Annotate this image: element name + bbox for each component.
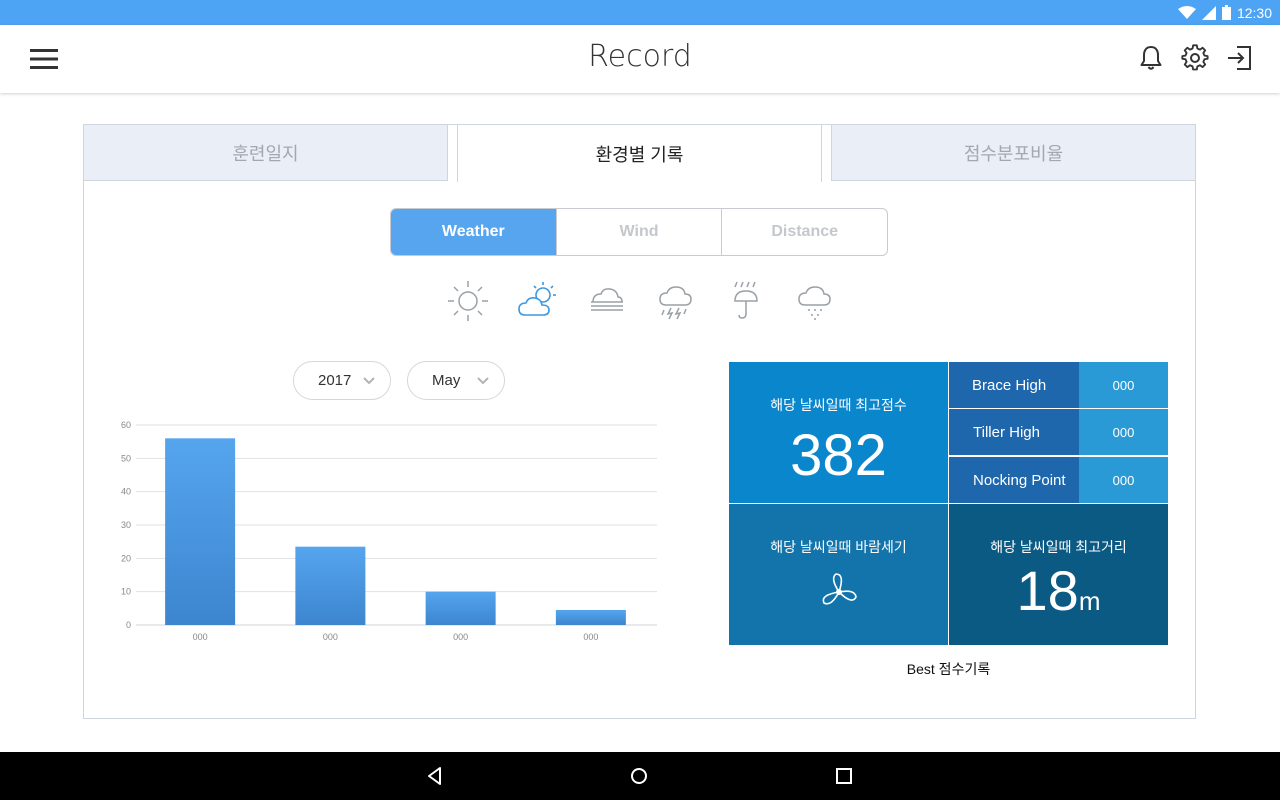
- page-title: Record: [588, 39, 692, 74]
- brace-high-value: 000: [1079, 362, 1168, 408]
- wifi-icon: [1177, 5, 1196, 19]
- partly-cloudy-icon[interactable]: [515, 278, 561, 324]
- tiller-high-value: 000: [1079, 409, 1168, 455]
- chart-bar: [555, 610, 626, 625]
- month-select-value: May: [432, 372, 461, 389]
- recents-icon[interactable]: [832, 764, 856, 788]
- y-tick-label: 60: [121, 420, 131, 430]
- top-score-label: 해당 날씨일때 최고점수: [770, 397, 907, 413]
- segment-distance[interactable]: Distance: [722, 209, 887, 255]
- nocking-point-label: Nocking Point: [949, 457, 1079, 503]
- tab-score-distribution[interactable]: 점수분포비율: [831, 124, 1196, 181]
- x-tick-label: 000: [583, 632, 598, 642]
- sign-in-icon[interactable]: [1225, 43, 1255, 73]
- max-distance-readout: 18m: [949, 558, 1168, 623]
- max-distance-unit: m: [1078, 586, 1101, 616]
- year-select[interactable]: 2017: [293, 361, 391, 400]
- top-score-value: 382: [790, 423, 887, 488]
- fog-icon[interactable]: [584, 278, 630, 324]
- signal-icon: [1201, 5, 1216, 20]
- chart-bar: [165, 438, 236, 625]
- max-distance-label: 해당 날씨일때 최고거리: [990, 539, 1127, 555]
- app-bar: Record: [0, 25, 1280, 93]
- bell-icon[interactable]: [1136, 43, 1166, 73]
- system-nav-bar: [0, 752, 1280, 800]
- tab-training-log[interactable]: 훈련일지: [83, 124, 448, 181]
- y-tick-label: 40: [121, 487, 131, 497]
- x-tick-label: 000: [323, 632, 338, 642]
- thunderstorm-icon[interactable]: [653, 278, 699, 324]
- tab-environment-record[interactable]: 환경별 기록: [457, 124, 822, 182]
- chevron-down-icon: [363, 377, 375, 385]
- score-bar-chart: 0 10 20 30 40 50 60 000 000 000 000: [121, 420, 657, 642]
- battery-icon: [1221, 5, 1231, 20]
- nocking-point-value: 000: [1079, 457, 1168, 503]
- rain-umbrella-icon[interactable]: [723, 278, 769, 324]
- best-record-caption: Best 점수기록: [906, 661, 991, 677]
- best-record-grid: 해당 날씨일때 최고점수 382 Brace High 000 Tiller H…: [729, 362, 1168, 645]
- x-tick-label: 000: [453, 632, 468, 642]
- chevron-down-icon: [477, 377, 489, 385]
- y-tick-label: 50: [121, 453, 131, 463]
- gear-icon[interactable]: [1180, 43, 1210, 73]
- y-tick-label: 0: [126, 620, 131, 630]
- back-icon[interactable]: [423, 764, 447, 788]
- wind-strength-label: 해당 날씨일때 바람세기: [770, 539, 907, 555]
- segment-weather[interactable]: Weather: [391, 209, 557, 255]
- home-icon[interactable]: [627, 764, 651, 788]
- sunny-icon[interactable]: [445, 278, 491, 324]
- max-distance-cell: 해당 날씨일때 최고거리 18m: [949, 504, 1168, 645]
- status-time: 12:30: [1236, 4, 1272, 21]
- max-distance-value: 18: [1016, 559, 1079, 622]
- segmented-control: Weather Wind Distance: [390, 208, 888, 256]
- weather-icon-row: [440, 278, 840, 324]
- chart-bar: [425, 591, 496, 625]
- chart-bar: [295, 546, 366, 625]
- brace-high-label: Brace High: [949, 362, 1079, 408]
- y-tick-label: 30: [121, 520, 131, 530]
- y-tick-label: 10: [121, 587, 131, 597]
- fan-icon: [822, 573, 857, 605]
- top-score-cell: 해당 날씨일때 최고점수 382: [729, 362, 948, 503]
- year-select-value: 2017: [318, 372, 352, 389]
- month-select[interactable]: May: [407, 361, 505, 400]
- segment-wind[interactable]: Wind: [557, 209, 723, 255]
- snow-cloud-icon[interactable]: [792, 278, 838, 324]
- tiller-high-label: Tiller High: [949, 409, 1079, 455]
- status-bar: 12:30: [0, 0, 1280, 25]
- y-tick-label: 20: [121, 553, 131, 563]
- x-tick-label: 000: [193, 632, 208, 642]
- wind-strength-cell: 해당 날씨일때 바람세기: [729, 504, 948, 645]
